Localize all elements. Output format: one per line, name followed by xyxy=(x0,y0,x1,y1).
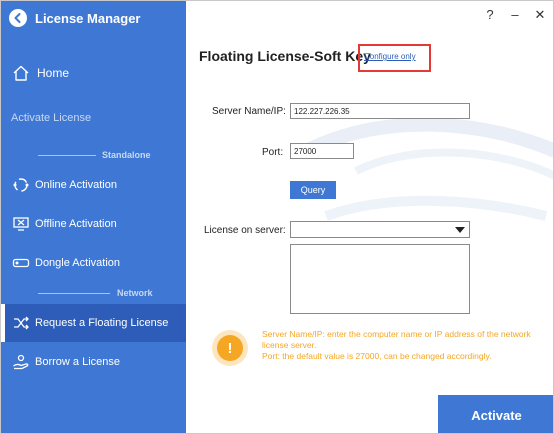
port-input[interactable]: 27000 xyxy=(290,143,354,159)
sidebar-item-label: Request a Floating License xyxy=(35,317,169,329)
hint-server: Server Name/IP: enter the computer name … xyxy=(262,329,531,350)
divider-line xyxy=(38,292,110,294)
page-title: Floating License-Soft Key xyxy=(199,48,371,64)
sidebar-item-offline-activation[interactable]: Offline Activation xyxy=(1,205,186,243)
sidebar-item-label: Dongle Activation xyxy=(35,257,120,269)
port-label: Port: xyxy=(262,147,284,158)
main-panel: ? – ✕ Floating License-Soft Key Configur… xyxy=(186,1,553,433)
minimize-button[interactable]: – xyxy=(507,7,523,22)
configure-only-link[interactable]: Configure only xyxy=(364,52,416,61)
sidebar-item-label: Home xyxy=(37,66,70,80)
app-brand: License Manager xyxy=(9,8,141,28)
shuffle-icon xyxy=(11,313,31,333)
exclamation-icon: ! xyxy=(217,335,243,361)
server-name-label: Server Name/IP: xyxy=(212,106,286,117)
home-icon xyxy=(11,63,31,83)
warning-icon: ! xyxy=(212,330,248,366)
cloud-sync-icon xyxy=(11,175,31,195)
app-title: License Manager xyxy=(35,10,141,26)
query-button[interactable]: Query xyxy=(290,181,336,199)
back-icon[interactable] xyxy=(9,9,27,27)
standalone-divider: Standalone xyxy=(1,148,186,162)
help-button[interactable]: ? xyxy=(482,7,498,22)
hint-text: Server Name/IP: enter the computer name … xyxy=(262,329,552,362)
network-divider: Network xyxy=(1,286,186,300)
sidebar: License Manager Home Activate License St… xyxy=(1,1,186,433)
offline-monitor-icon xyxy=(11,214,31,234)
license-on-server-label: License on server: xyxy=(204,225,286,236)
license-on-server-select[interactable] xyxy=(290,221,470,238)
activate-license-heading: Activate License xyxy=(11,112,92,124)
sidebar-item-label: Online Activation xyxy=(35,179,117,191)
license-list-box[interactable] xyxy=(290,244,470,314)
usb-dongle-icon xyxy=(11,253,31,273)
chevron-down-icon[interactable] xyxy=(455,227,465,233)
hand-key-icon xyxy=(11,352,31,372)
standalone-label: Standalone xyxy=(102,150,151,160)
divider-line xyxy=(38,154,96,156)
network-label: Network xyxy=(117,288,153,298)
sidebar-item-request-floating-license[interactable]: Request a Floating License xyxy=(1,304,186,342)
license-manager-window: License Manager Home Activate License St… xyxy=(0,0,554,434)
activate-button[interactable]: Activate xyxy=(438,395,553,433)
sidebar-item-home[interactable]: Home xyxy=(1,54,186,92)
close-button[interactable]: ✕ xyxy=(532,7,548,23)
sidebar-item-online-activation[interactable]: Online Activation xyxy=(1,166,186,204)
sidebar-item-dongle-activation[interactable]: Dongle Activation xyxy=(1,244,186,282)
sidebar-item-label: Borrow a License xyxy=(35,356,120,368)
sidebar-item-borrow-license[interactable]: Borrow a License xyxy=(1,343,186,381)
sidebar-item-label: Offline Activation xyxy=(35,218,117,230)
server-name-input[interactable]: 122.227.226.35 xyxy=(290,103,470,119)
hint-port: Port: the default value is 27000, can be… xyxy=(262,351,492,361)
